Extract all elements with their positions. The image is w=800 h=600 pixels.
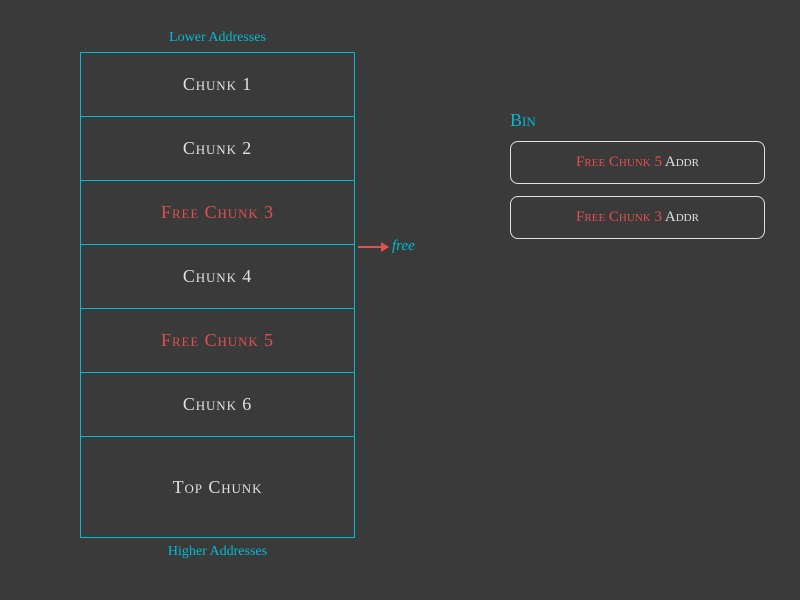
chunk-3-free: Free Chunk 3	[81, 181, 354, 245]
bin-item-1-free: Free Chunk 5	[576, 154, 662, 170]
memory-block: Chunk 1 Chunk 2 Free Chunk 3 Chunk 4 Fre…	[80, 52, 355, 538]
memory-layout: Lower Addresses Chunk 1 Chunk 2 Free Chu…	[80, 30, 355, 566]
top-chunk: Top Chunk	[81, 437, 354, 537]
lower-address-label: Lower Addresses	[80, 30, 355, 46]
bin-item-2-free: Free Chunk 3	[576, 209, 662, 225]
arrow-line	[358, 246, 388, 248]
chunk-1: Chunk 1	[81, 53, 354, 117]
bin-item-2: Free Chunk 3 Addr	[510, 196, 765, 239]
bin-item-2-addr-text: Addr	[665, 209, 699, 225]
higher-address-label: Higher Addresses	[80, 544, 355, 560]
bin-item-1: Free Chunk 5 Addr	[510, 141, 765, 184]
bin-container: Bin Free Chunk 5 Addr Free Chunk 3 Addr	[510, 110, 765, 251]
bin-item-1-addr-text: Addr	[665, 154, 699, 170]
chunk-6: Chunk 6	[81, 373, 354, 437]
chunk-2: Chunk 2	[81, 117, 354, 181]
bin-label: Bin	[510, 110, 765, 131]
chunk-4: Chunk 4	[81, 245, 354, 309]
free-arrow: free	[358, 238, 415, 255]
chunk-5-free: Free Chunk 5	[81, 309, 354, 373]
arrow-label: free	[392, 238, 415, 255]
